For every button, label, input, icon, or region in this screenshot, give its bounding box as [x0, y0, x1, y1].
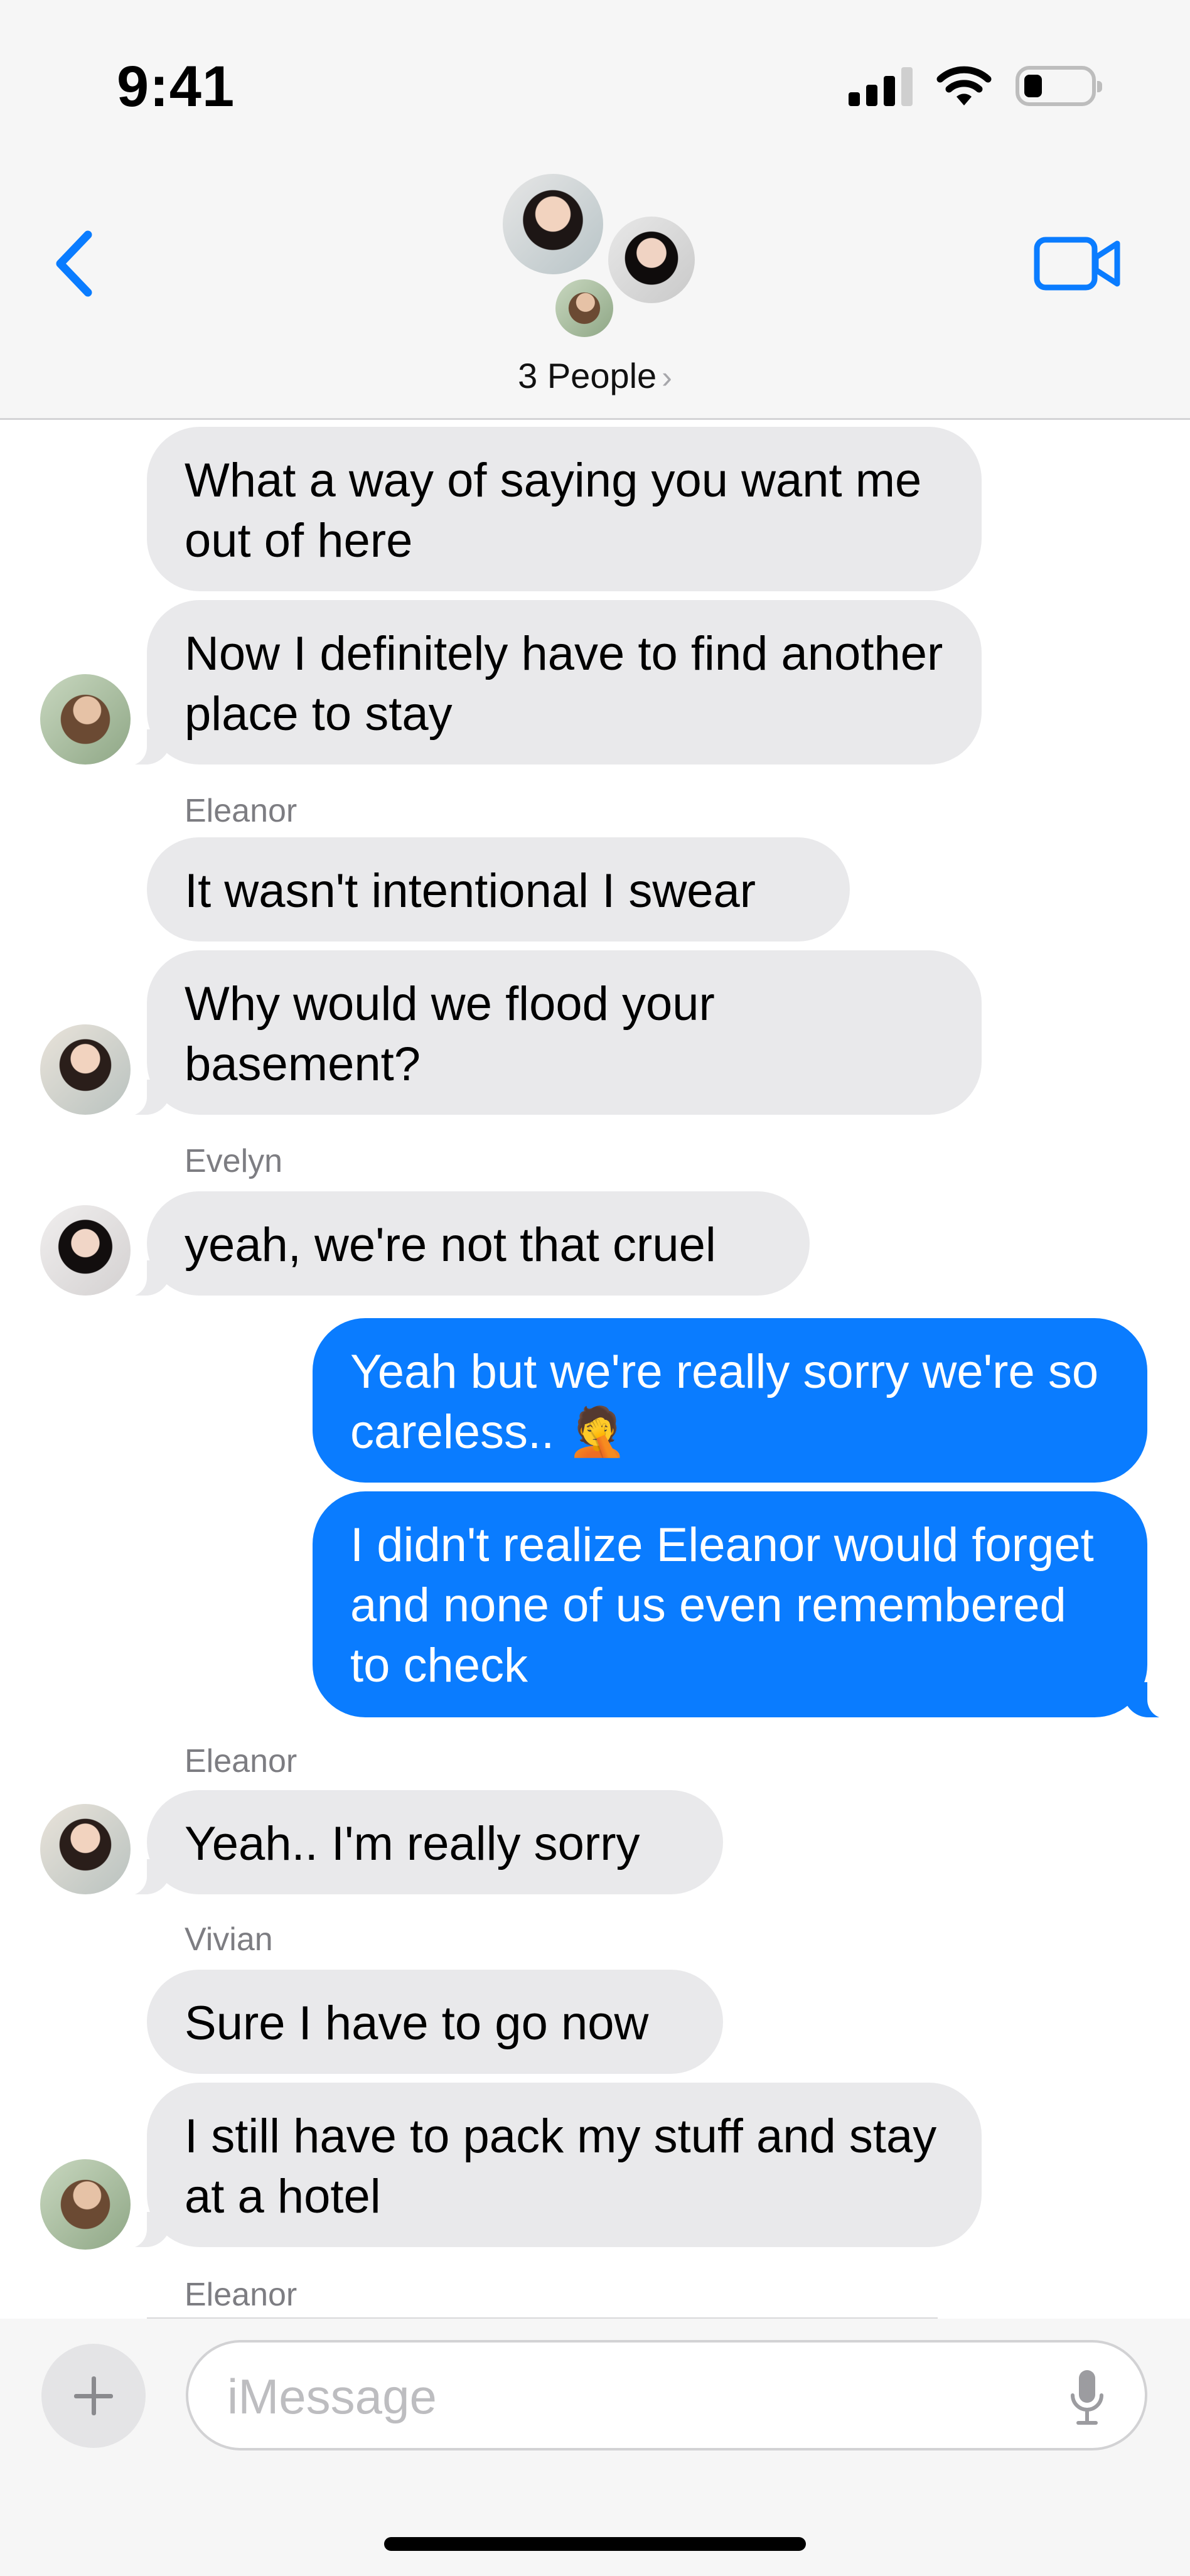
- avatar-eleanor[interactable]: [40, 1804, 131, 1894]
- header-divider: [0, 418, 1190, 420]
- avatar-evelyn: [605, 213, 698, 306]
- cellular-signal-icon: [849, 66, 913, 106]
- partial-message-edge: [147, 2317, 938, 2324]
- message-bubble[interactable]: I didn't realize Eleanor would forget an…: [313, 1491, 1176, 1719]
- avatar-evelyn[interactable]: [40, 1205, 131, 1296]
- microphone-icon[interactable]: [1068, 2368, 1106, 2428]
- avatar-eleanor[interactable]: [40, 1024, 131, 1115]
- message-bubble[interactable]: Yeah.. I'm really sorry: [118, 1790, 723, 1896]
- avatar-vivian[interactable]: [40, 674, 131, 765]
- video-camera-icon[interactable]: [1033, 232, 1121, 295]
- back-chevron-icon[interactable]: [44, 226, 107, 301]
- sender-name: Eleanor: [185, 1743, 298, 1779]
- message-bubble[interactable]: Sure I have to go now: [147, 1970, 723, 2074]
- message-text: yeah, we're not that cruel: [185, 1218, 716, 1272]
- message-bubble[interactable]: Now I definitely have to find another pl…: [118, 600, 982, 766]
- message-text: Now I definitely have to find another pl…: [185, 627, 943, 741]
- message-text: Yeah but we're really sorry we're so car…: [350, 1345, 1099, 1459]
- avatar-vivian[interactable]: [40, 2159, 131, 2250]
- message-bubble[interactable]: Why would we flood your basement?: [118, 950, 982, 1116]
- status-time: 9:41: [117, 55, 235, 119]
- avatar-vivian: [552, 276, 616, 340]
- message-text: I didn't realize Eleanor would forget an…: [350, 1518, 1094, 1692]
- message-text: Sure I have to go now: [185, 1997, 649, 2050]
- sender-name: Eleanor: [185, 2277, 298, 2313]
- avatar-eleanor: [500, 171, 606, 277]
- message-text: It wasn't intentional I swear: [185, 864, 756, 918]
- add-attachment-button[interactable]: [41, 2344, 146, 2448]
- sender-name: Eleanor: [185, 793, 298, 829]
- message-field[interactable]: [186, 2340, 1147, 2450]
- participants-label: 3 People: [518, 356, 657, 395]
- wifi-icon: [936, 66, 992, 105]
- message-text: What a way of saying you want me out of …: [185, 454, 922, 567]
- battery-icon: [1016, 66, 1102, 106]
- sender-name: Vivian: [185, 1921, 273, 1958]
- message-text: I still have to pack my stuff and stay a…: [185, 2110, 937, 2223]
- message-bubble[interactable]: What a way of saying you want me out of …: [147, 427, 982, 591]
- message-text: Yeah.. I'm really sorry: [185, 1817, 640, 1870]
- chevron-right-icon: ›: [662, 360, 672, 395]
- home-indicator[interactable]: [384, 2537, 806, 2551]
- message-bubble[interactable]: Yeah but we're really sorry we're so car…: [313, 1318, 1147, 1483]
- message-bubble[interactable]: I still have to pack my stuff and stay a…: [118, 2083, 982, 2248]
- imessage-input[interactable]: [226, 2368, 1019, 2425]
- sender-name: Evelyn: [185, 1143, 283, 1179]
- group-avatars[interactable]: [496, 168, 709, 344]
- message-text: Why would we flood your basement?: [185, 977, 715, 1091]
- status-icons: [849, 64, 1102, 108]
- message-bubble[interactable]: It wasn't intentional I swear: [147, 837, 850, 942]
- conversation-title[interactable]: 3 People ›: [0, 355, 1190, 396]
- message-bubble[interactable]: yeah, we're not that cruel: [118, 1191, 810, 1297]
